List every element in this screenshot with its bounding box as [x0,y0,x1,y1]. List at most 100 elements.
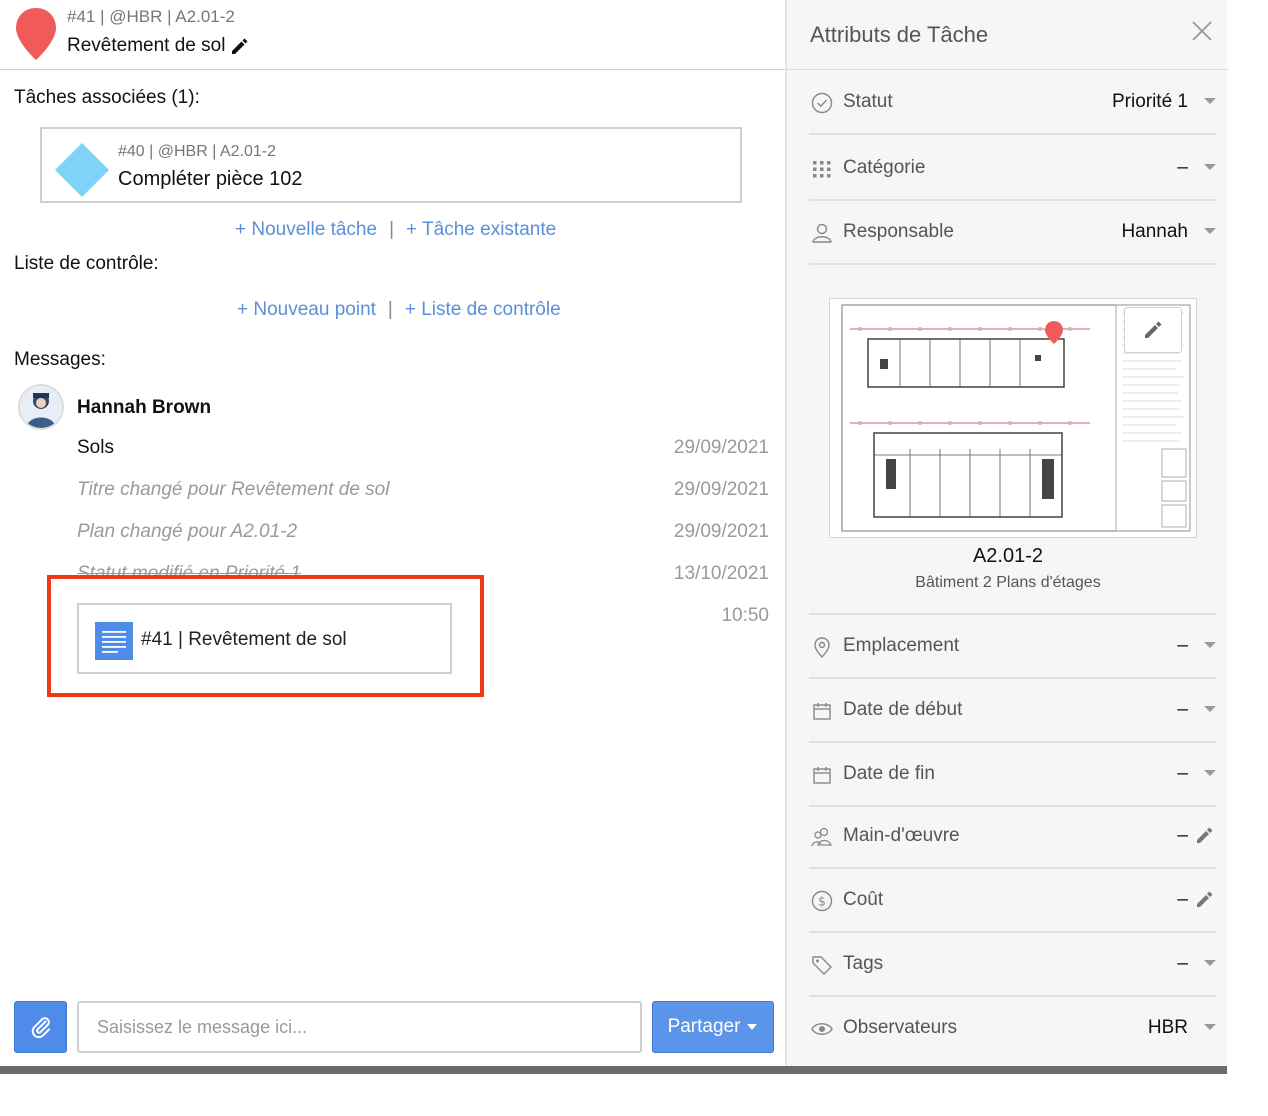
attribute-label: Main-d'œuvre [843,825,960,846]
check-circle-icon [811,92,833,114]
attribute-label: Observateurs [843,1017,958,1038]
attribute-observateurs[interactable]: Observateurs HBR [809,997,1216,1061]
pencil-icon [1145,321,1162,338]
message-date: 29/09/2021 [673,479,769,500]
attribute-value: Priorité 1 [1111,91,1188,112]
caret-down-icon[interactable] [1204,770,1216,776]
related-task-title: Compléter pièce 102 [118,168,303,190]
panel-title: Attributs de Tâche [810,22,989,47]
attribute-emplacement[interactable]: Emplacement – [809,613,1216,679]
link-separator: | [387,299,393,320]
new-task-link[interactable]: + Nouvelle tâche [235,219,377,241]
paperclip-icon [31,1017,50,1039]
map-pin-icon [16,8,56,60]
checklist-actions: + Nouveau point | + Liste de contrôle [237,299,561,321]
plan-description: Bâtiment 2 Plans d'étages [915,574,1101,591]
new-point-link[interactable]: + Nouveau point [237,299,376,321]
related-task-actions: + Nouvelle tâche | + Tâche existante [235,219,556,241]
share-button[interactable]: Partager [652,1001,774,1053]
calendar-icon [813,767,831,784]
existing-task-link[interactable]: + Tâche existante [406,219,556,241]
task-attributes-panel: Attributs de Tâche Statut Priorité 1 Cat… [785,0,1229,1066]
checklist-label: Liste de contrôle: [14,253,159,274]
tag-icon [812,956,832,975]
caret-down-icon[interactable] [1204,642,1216,648]
related-tasks-label: Tâches associées (1): [14,87,200,108]
attribute-value: HBR [1147,1017,1188,1038]
attribute-value: – [1177,763,1188,784]
attribute-statut[interactable]: Statut Priorité 1 [809,71,1216,135]
attribute-tags[interactable]: Tags – [809,933,1216,997]
task-title[interactable]: Revêtement de sol [67,35,249,57]
related-task-reference: #40 | @HBR | A2.01-2 [118,143,276,160]
calendar-icon [813,703,831,720]
caret-down-icon[interactable] [1204,706,1216,712]
attachment-card[interactable]: #41 | Revêtement de sol [77,603,452,674]
attribute-label: Date de début [843,699,963,720]
task-title-text: Revêtement de sol [67,35,226,56]
attribute-label: Emplacement [843,635,960,656]
attribute-label: Coût [843,889,884,910]
task-header: #41 | @HBR | A2.01-2 Revêtement de sol [0,0,785,70]
user-avatar-icon [20,386,62,428]
caret-down-icon[interactable] [1204,98,1216,104]
attribute-label: Statut [843,91,893,112]
avatar [18,384,64,430]
share-button-label: Partager [667,1016,741,1037]
messages-label: Messages: [14,349,106,370]
attribute-responsable[interactable]: Responsable Hannah [809,201,1216,265]
attribute-value: – [1177,157,1188,178]
activity-log-entry: Titre changé pour Revêtement de sol [77,479,390,500]
attachment-label: #41 | Revêtement de sol [141,629,347,650]
message-date: 29/09/2021 [673,437,769,458]
task-main-panel: #41 | @HBR | A2.01-2 Revêtement de sol T… [0,0,785,1066]
pencil-icon[interactable] [1194,824,1216,846]
window-bottom-border [0,1066,1227,1074]
attribute-label: Tags [843,953,884,974]
attribute-label: Date de fin [843,763,935,784]
document-icon [95,622,133,660]
message-date: 29/09/2021 [673,521,769,542]
attribute-label: Responsable [843,221,954,242]
message-author: Hannah Brown [77,397,212,418]
activity-log-entry: Plan changé pour A2.01-2 [77,521,298,542]
caret-down-icon[interactable] [1204,228,1216,234]
message-input[interactable] [77,1001,642,1053]
plan-thumbnail[interactable] [829,298,1197,538]
plan-name: A2.01-2 [972,545,1044,567]
panel-header: Attributs de Tâche [787,0,1229,70]
attribute-value: – [1177,635,1188,656]
caret-down-icon[interactable] [1204,1024,1216,1030]
location-pin-icon [814,637,830,658]
caret-down-icon[interactable] [1204,164,1216,170]
plan-edit-button[interactable] [1124,307,1182,353]
attribute-categorie[interactable]: Catégorie – [809,137,1216,201]
dollar-icon: $ [811,890,833,912]
pencil-icon[interactable] [1194,888,1216,910]
svg-text:$: $ [818,895,826,909]
caret-down-icon[interactable] [1204,960,1216,966]
checklist-link[interactable]: + Liste de contrôle [405,299,561,321]
pencil-icon[interactable] [229,36,249,56]
attach-file-button[interactable] [14,1001,67,1053]
grid-dots-icon [813,161,831,178]
attribute-date-fin[interactable]: Date de fin – [809,743,1216,807]
message-text: Sols [77,437,114,458]
attribute-value: – [1177,889,1188,910]
close-icon[interactable] [1191,20,1213,42]
caret-down-icon [747,1024,758,1030]
task-reference: #41 | @HBR | A2.01-2 [67,7,235,26]
attribute-date-debut[interactable]: Date de début – [809,679,1216,743]
attribute-value: – [1177,825,1188,846]
task-detail-window: #41 | @HBR | A2.01-2 Revêtement de sol T… [0,0,1229,1068]
attribute-main-doeuvre[interactable]: Main-d'œuvre – [809,805,1216,869]
message-time: 10:50 [721,605,769,626]
message-date: 13/10/2021 [673,563,769,584]
attribute-cout[interactable]: $ Coût – [809,869,1216,933]
attribute-value: – [1177,953,1188,974]
link-separator: | [389,219,395,240]
user-icon [812,223,832,243]
task-diamond-icon [55,143,109,197]
related-task-card[interactable]: #40 | @HBR | A2.01-2 Compléter pièce 102 [40,127,742,203]
eye-icon [811,1023,833,1035]
